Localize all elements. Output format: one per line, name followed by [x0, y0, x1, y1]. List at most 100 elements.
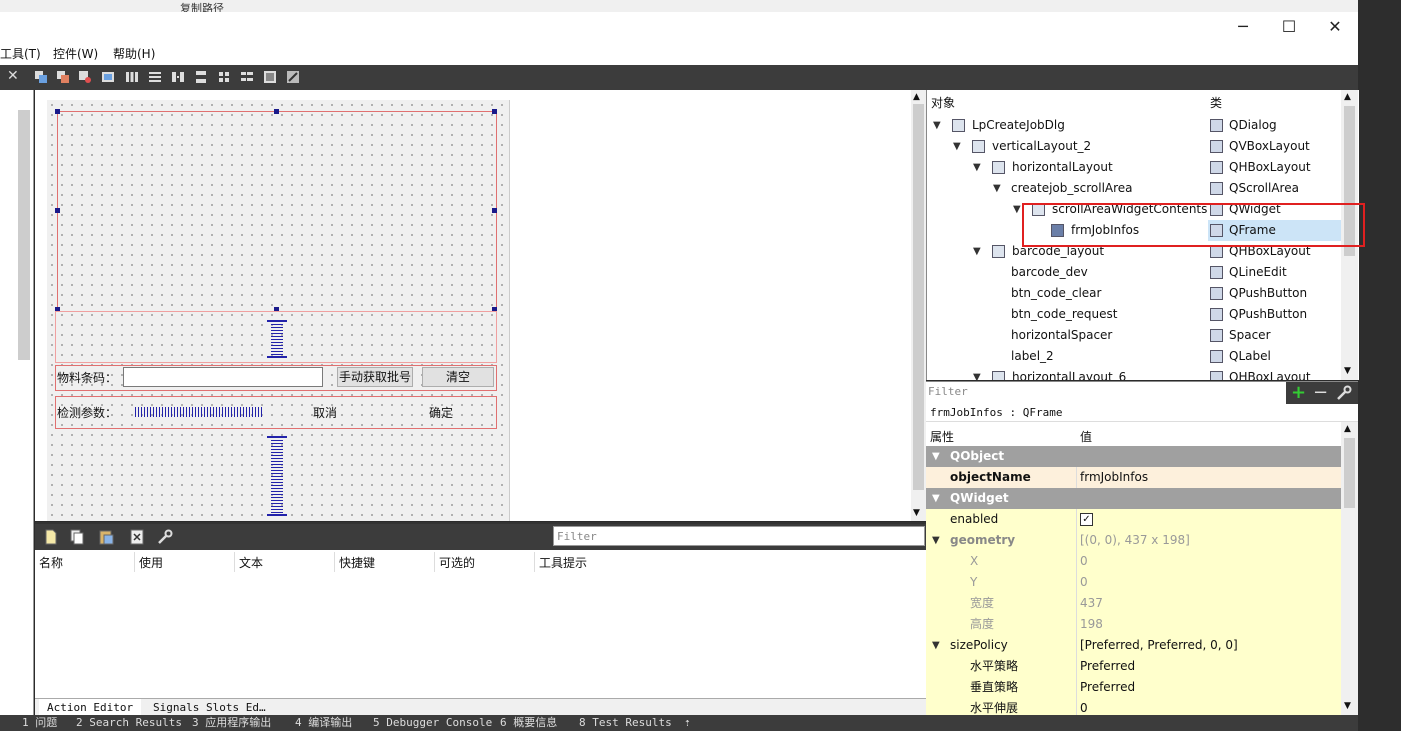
tree-row[interactable]: btn_code_clear QPushButton — [927, 283, 1341, 304]
property-row[interactable]: Y 0 — [926, 572, 1341, 593]
scroll-down-icon[interactable]: ▼ — [1344, 366, 1351, 376]
collapse-arrow-icon[interactable]: ▼ — [933, 115, 941, 136]
property-value[interactable]: 0 — [1080, 572, 1088, 593]
collapse-arrow-icon[interactable]: ▼ — [973, 367, 981, 380]
property-row[interactable]: 水平策略 Preferred — [926, 656, 1341, 677]
layout-splitter-h-icon[interactable] — [171, 70, 185, 84]
ok-label[interactable]: 确定 — [429, 404, 453, 421]
collapse-arrow-icon[interactable]: ▼ — [973, 241, 981, 262]
property-row[interactable]: 水平伸展 0 — [926, 698, 1341, 715]
delete-action-icon[interactable] — [129, 529, 145, 545]
property-value[interactable]: Preferred — [1080, 656, 1135, 677]
menu-help[interactable]: 帮助(H) — [113, 45, 155, 62]
tree-row[interactable]: ▼ verticalLayout_2 QVBoxLayout — [927, 136, 1341, 157]
property-editor-scrollbar[interactable]: ▲ ▼ — [1341, 422, 1358, 715]
value-column-header[interactable]: 值 — [1080, 428, 1092, 445]
property-row[interactable]: objectName frmJobInfos — [926, 467, 1341, 488]
form-canvas[interactable]: 物料条码： 手动获取批号 清空 检测参数： 取消 确定 — [47, 100, 510, 521]
remove-icon[interactable]: − — [1313, 382, 1328, 403]
pane-test-results[interactable]: 8 Test Results — [579, 715, 672, 731]
property-row[interactable]: 垂直策略 Preferred — [926, 677, 1341, 698]
editor-scrollbar[interactable]: ▲ ▼ — [911, 90, 926, 521]
pane-search-results[interactable]: 2 Search Results — [76, 715, 182, 731]
action-filter-input[interactable]: Filter — [553, 526, 925, 546]
object-column-header[interactable]: 对象 — [931, 94, 955, 111]
resize-handle[interactable] — [492, 208, 497, 213]
property-value[interactable]: 437 — [1080, 593, 1103, 614]
tree-row[interactable]: label_2 QLabel — [927, 346, 1341, 367]
property-value[interactable]: 0 — [1080, 551, 1088, 572]
collapse-arrow-icon[interactable]: ▼ — [973, 157, 981, 178]
pane-compile-output[interactable]: 4 编译输出 — [295, 715, 352, 731]
scroll-up-icon[interactable]: ▲ — [1344, 92, 1351, 102]
left-scrollbar-thumb[interactable] — [18, 110, 30, 360]
scroll-down-icon[interactable]: ▼ — [913, 508, 920, 518]
property-value[interactable]: [Preferred, Preferred, 0, 0] — [1080, 635, 1238, 656]
layout-form-icon[interactable] — [240, 70, 254, 84]
layout-horizontal-icon[interactable] — [125, 70, 139, 84]
paste-action-icon[interactable] — [98, 529, 114, 545]
scroll-down-icon[interactable]: ▼ — [1344, 701, 1351, 711]
column-header-shortcut[interactable]: 快捷键 — [339, 554, 375, 572]
class-column-header[interactable]: 类 — [1210, 94, 1222, 111]
tree-row[interactable]: ▼ horizontalLayout QHBoxLayout — [927, 157, 1341, 178]
copy-action-icon[interactable] — [69, 529, 85, 545]
bottom-vertical-spacer[interactable] — [267, 436, 287, 516]
adjust-size-icon[interactable] — [286, 70, 300, 84]
pane-general-messages[interactable]: 6 概要信息 — [500, 715, 557, 731]
collapse-arrow-icon[interactable]: ▼ — [932, 530, 940, 551]
menu-widgets[interactable]: 控件(W) — [53, 45, 98, 62]
property-row[interactable]: 宽度 437 — [926, 593, 1341, 614]
layout-vertical-icon[interactable] — [148, 70, 162, 84]
collapse-arrow-icon[interactable]: ▼ — [932, 446, 940, 467]
tree-row[interactable]: barcode_dev QLineEdit — [927, 262, 1341, 283]
resize-handle[interactable] — [55, 208, 60, 213]
maximize-button[interactable]: ☐ — [1266, 12, 1312, 41]
property-group-qobject[interactable]: ▼ QObject — [926, 446, 1341, 467]
edit-buddies-icon[interactable] — [78, 70, 92, 84]
menu-tools[interactable]: 工具(T) — [0, 45, 41, 62]
property-column-header[interactable]: 属性 — [930, 428, 954, 445]
collapse-arrow-icon[interactable]: ▼ — [932, 635, 940, 656]
close-button[interactable]: ✕ — [1312, 12, 1358, 41]
close-icon[interactable]: ✕ — [7, 68, 19, 84]
property-value[interactable]: Preferred — [1080, 677, 1135, 698]
scroll-up-icon[interactable]: ▲ — [913, 92, 920, 102]
property-group-qwidget[interactable]: ▼ QWidget — [926, 488, 1341, 509]
resize-handle[interactable] — [55, 109, 60, 114]
configure-wrench-icon[interactable] — [157, 529, 173, 545]
tree-row[interactable]: ▼ LpCreateJobDlg QDialog — [927, 115, 1341, 136]
column-header-name[interactable]: 名称 — [39, 554, 63, 572]
edit-widgets-icon[interactable] — [34, 70, 48, 84]
horizontal-spacer[interactable] — [135, 407, 263, 417]
editor-scrollbar-thumb[interactable] — [913, 104, 924, 490]
property-row[interactable]: ▼ geometry [(0, 0), 437 x 198] — [926, 530, 1341, 551]
layout-grid-icon[interactable] — [217, 70, 231, 84]
tree-row[interactable]: ▼ horizontalLayout_6 QHBoxLayout — [927, 367, 1341, 380]
column-header-tooltip[interactable]: 工具提示 — [539, 554, 587, 572]
collapse-arrow-icon[interactable]: ▼ — [993, 178, 1001, 199]
object-filter-input[interactable]: Filter — [928, 385, 968, 398]
barcode-input[interactable] — [123, 367, 323, 387]
property-value[interactable]: 198 — [1080, 614, 1103, 635]
property-value[interactable]: 0 — [1080, 698, 1088, 715]
property-row[interactable]: 高度 198 — [926, 614, 1341, 635]
vertical-spacer[interactable] — [267, 320, 287, 358]
property-row[interactable]: enabled ✓ — [926, 509, 1341, 530]
configure-wrench-icon[interactable] — [1336, 385, 1352, 404]
property-row[interactable]: ▼ sizePolicy [Preferred, Preferred, 0, 0… — [926, 635, 1341, 656]
property-scrollbar-thumb[interactable] — [1344, 438, 1355, 508]
new-action-icon[interactable] — [43, 529, 59, 545]
edit-signals-icon[interactable] — [56, 70, 70, 84]
enabled-checkbox[interactable]: ✓ — [1080, 513, 1093, 526]
add-icon[interactable]: + — [1291, 382, 1306, 403]
collapse-arrow-icon[interactable]: ▼ — [953, 136, 961, 157]
pane-issues[interactable]: 1 问题 — [22, 715, 57, 731]
collapse-arrow-icon[interactable]: ▼ — [1013, 199, 1021, 220]
property-row[interactable]: X 0 — [926, 551, 1341, 572]
resize-handle[interactable] — [492, 109, 497, 114]
column-header-checkable[interactable]: 可选的 — [439, 554, 475, 572]
resize-handle[interactable] — [274, 109, 279, 114]
tree-row[interactable]: horizontalSpacer Spacer — [927, 325, 1341, 346]
clear-button[interactable]: 清空 — [422, 367, 494, 387]
